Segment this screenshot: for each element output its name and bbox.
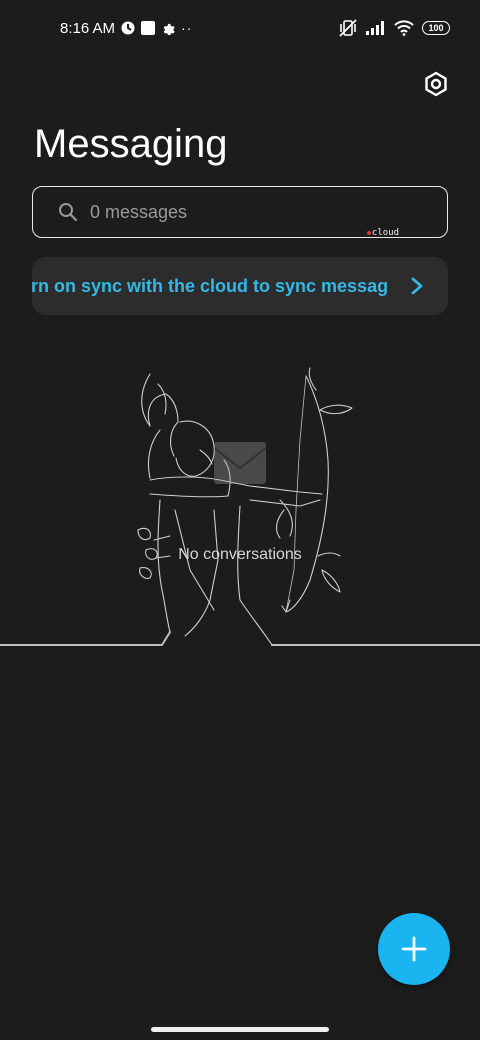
plus-icon (401, 936, 427, 962)
settings-hexagon-icon (425, 71, 447, 97)
battery-level: 100 (428, 23, 444, 33)
message-placeholder-icon (213, 442, 267, 484)
search-placeholder: 0 messages (90, 202, 188, 222)
mute-vibrate-icon (339, 19, 357, 37)
settings-button[interactable] (420, 68, 452, 100)
sync-banner-text-container: urn on sync with the cloud to sync messa… (32, 276, 394, 297)
cloud-watermark: cloud (366, 228, 399, 238)
search-icon (59, 203, 78, 222)
page-title: Messaging (34, 122, 228, 166)
battery-icon: 100 (422, 21, 450, 35)
data-saver-icon (121, 21, 135, 35)
sync-banner-text: urn on sync with the cloud to sync messa… (32, 276, 389, 296)
watermark-text: cloud (371, 228, 399, 238)
status-left: 8:16 AM ·· (60, 18, 192, 38)
status-right: 100 (338, 18, 450, 38)
status-bar: 8:16 AM ·· 100 (0, 0, 480, 56)
empty-state-text: No conversations (178, 546, 302, 563)
home-indicator[interactable] (151, 1027, 329, 1032)
square-notification-icon (141, 21, 156, 35)
search-input[interactable]: 0 messages cloud (32, 186, 448, 238)
signal-icon (366, 21, 384, 35)
archer-illustration (0, 367, 480, 646)
chevron-right-icon (411, 277, 423, 295)
status-time: 8:16 AM (60, 19, 116, 37)
watermark-dot (366, 231, 371, 235)
more-dots-icon: ·· (181, 20, 193, 36)
new-message-button[interactable] (378, 913, 450, 985)
gear-icon (163, 23, 175, 35)
sync-banner[interactable]: urn on sync with the cloud to sync messa… (32, 257, 448, 315)
wifi-icon (394, 20, 414, 36)
